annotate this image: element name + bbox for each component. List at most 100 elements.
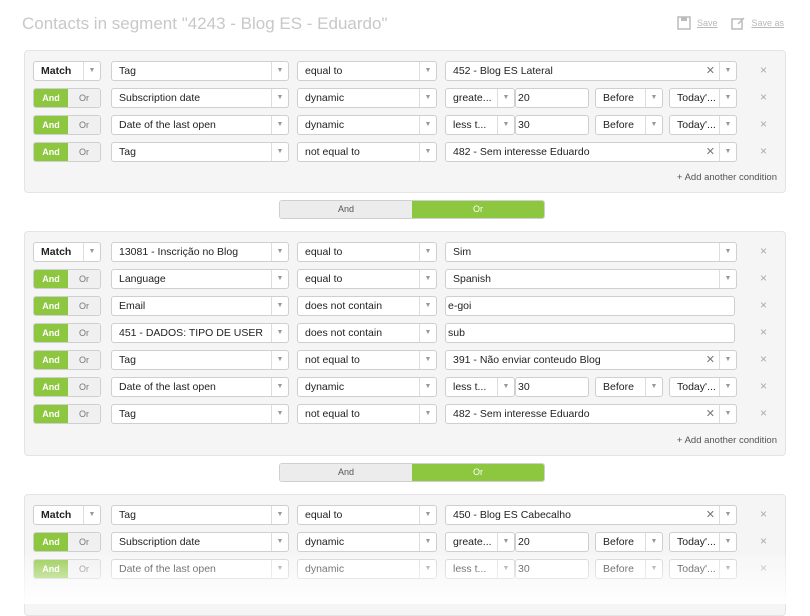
comparison-select[interactable]: less t... ▼ bbox=[445, 377, 515, 397]
save-icon[interactable] bbox=[677, 16, 691, 30]
field-select[interactable]: Subscription date ▼ bbox=[111, 532, 289, 552]
and-toggle[interactable]: And bbox=[34, 297, 68, 315]
and-or-toggle[interactable]: And Or bbox=[33, 115, 101, 135]
value-select[interactable]: 482 - Sem interesse Eduardo ✕ ▼ bbox=[445, 142, 737, 162]
value-input[interactable]: sub bbox=[445, 323, 735, 343]
and-toggle[interactable]: And bbox=[34, 351, 68, 369]
and-or-toggle[interactable]: And Or bbox=[33, 404, 101, 424]
and-toggle[interactable]: And bbox=[34, 324, 68, 342]
or-toggle[interactable]: Or bbox=[68, 378, 100, 396]
operator-select[interactable]: does not contain ▼ bbox=[297, 296, 437, 316]
field-select[interactable]: Tag ▼ bbox=[111, 404, 289, 424]
or-toggle[interactable]: Or bbox=[68, 324, 100, 342]
reference-select[interactable]: Today'... ▼ bbox=[669, 115, 737, 135]
field-select[interactable]: Date of the last open ▼ bbox=[111, 377, 289, 397]
save-link[interactable]: Save bbox=[697, 18, 718, 28]
or-toggle[interactable]: Or bbox=[68, 405, 100, 423]
and-or-toggle[interactable]: And Or bbox=[33, 377, 101, 397]
before-select[interactable]: Before ▼ bbox=[595, 377, 663, 397]
remove-condition-icon[interactable]: × bbox=[760, 271, 767, 285]
and-or-toggle[interactable]: And Or bbox=[33, 559, 101, 579]
remove-condition-icon[interactable]: × bbox=[760, 298, 767, 312]
field-select[interactable]: Tag ▼ bbox=[111, 142, 289, 162]
value-select[interactable]: 452 - Blog ES Lateral ✕ ▼ bbox=[445, 61, 737, 81]
or-toggle[interactable]: Or bbox=[68, 297, 100, 315]
field-select[interactable]: Date of the last open ▼ bbox=[111, 115, 289, 135]
field-select[interactable]: 13081 - Inscrição no Blog ▼ bbox=[111, 242, 289, 262]
value-input[interactable]: e-goi bbox=[445, 296, 735, 316]
before-select[interactable]: Before ▼ bbox=[595, 532, 663, 552]
before-select[interactable]: Before ▼ bbox=[595, 559, 663, 579]
connector-and[interactable]: And bbox=[280, 201, 412, 218]
and-toggle[interactable]: And bbox=[34, 143, 68, 161]
remove-condition-icon[interactable]: × bbox=[760, 63, 767, 77]
add-condition-link[interactable]: + Add another condition bbox=[677, 435, 777, 446]
or-toggle[interactable]: Or bbox=[68, 560, 100, 578]
value-select[interactable]: Sim ▼ bbox=[445, 242, 737, 262]
or-toggle[interactable]: Or bbox=[68, 351, 100, 369]
operator-select[interactable]: not equal to ▼ bbox=[297, 142, 437, 162]
or-toggle[interactable]: Or bbox=[68, 533, 100, 551]
clear-icon[interactable]: ✕ bbox=[706, 351, 715, 369]
and-or-toggle[interactable]: And Or bbox=[33, 269, 101, 289]
field-select[interactable]: Email ▼ bbox=[111, 296, 289, 316]
and-or-toggle[interactable]: And Or bbox=[33, 142, 101, 162]
operator-select[interactable]: equal to ▼ bbox=[297, 505, 437, 525]
reference-select[interactable]: Today'... ▼ bbox=[669, 377, 737, 397]
add-condition-link[interactable]: + Add another condition bbox=[677, 172, 777, 183]
before-select[interactable]: Before ▼ bbox=[595, 88, 663, 108]
field-select[interactable]: 451 - DADOS: TIPO DE USER ▼ bbox=[111, 323, 289, 343]
value-select[interactable]: Spanish ▼ bbox=[445, 269, 737, 289]
remove-condition-icon[interactable]: × bbox=[760, 244, 767, 258]
connector-or[interactable]: Or bbox=[412, 201, 544, 218]
or-toggle[interactable]: Or bbox=[68, 89, 100, 107]
reference-select[interactable]: Today'... ▼ bbox=[669, 559, 737, 579]
and-or-toggle[interactable]: And Or bbox=[33, 88, 101, 108]
number-input[interactable]: 20 bbox=[515, 88, 589, 108]
and-toggle[interactable]: And bbox=[34, 533, 68, 551]
block-connector[interactable]: And Or bbox=[279, 463, 545, 482]
field-select[interactable]: Tag ▼ bbox=[111, 350, 289, 370]
remove-condition-icon[interactable]: × bbox=[760, 379, 767, 393]
and-toggle[interactable]: And bbox=[34, 116, 68, 134]
field-select[interactable]: Tag ▼ bbox=[111, 505, 289, 525]
field-select[interactable]: Date of the last open ▼ bbox=[111, 559, 289, 579]
operator-select[interactable]: not equal to ▼ bbox=[297, 350, 437, 370]
remove-condition-icon[interactable]: × bbox=[760, 406, 767, 420]
or-toggle[interactable]: Or bbox=[68, 116, 100, 134]
reference-select[interactable]: Today'... ▼ bbox=[669, 532, 737, 552]
operator-select[interactable]: does not contain ▼ bbox=[297, 323, 437, 343]
number-input[interactable]: 30 bbox=[515, 559, 589, 579]
match-select[interactable]: Match ▼ bbox=[33, 242, 101, 262]
comparison-select[interactable]: less t... ▼ bbox=[445, 115, 515, 135]
and-toggle[interactable]: And bbox=[34, 89, 68, 107]
value-select[interactable]: 450 - Blog ES Cabecalho ✕ ▼ bbox=[445, 505, 737, 525]
field-select[interactable]: Language ▼ bbox=[111, 269, 289, 289]
and-toggle[interactable]: And bbox=[34, 405, 68, 423]
comparison-select[interactable]: less t... ▼ bbox=[445, 559, 515, 579]
before-select[interactable]: Before ▼ bbox=[595, 115, 663, 135]
save-as-icon[interactable] bbox=[731, 16, 745, 30]
and-toggle[interactable]: And bbox=[34, 560, 68, 578]
clear-icon[interactable]: ✕ bbox=[706, 506, 715, 524]
comparison-select[interactable]: greate... ▼ bbox=[445, 532, 515, 552]
and-or-toggle[interactable]: And Or bbox=[33, 532, 101, 552]
operator-select[interactable]: dynamic ▼ bbox=[297, 532, 437, 552]
clear-icon[interactable]: ✕ bbox=[706, 405, 715, 423]
remove-condition-icon[interactable]: × bbox=[760, 325, 767, 339]
remove-condition-icon[interactable]: × bbox=[760, 90, 767, 104]
clear-icon[interactable]: ✕ bbox=[706, 62, 715, 80]
operator-select[interactable]: equal to ▼ bbox=[297, 242, 437, 262]
remove-condition-icon[interactable]: × bbox=[760, 507, 767, 521]
operator-select[interactable]: dynamic ▼ bbox=[297, 88, 437, 108]
or-toggle[interactable]: Or bbox=[68, 143, 100, 161]
comparison-select[interactable]: greate... ▼ bbox=[445, 88, 515, 108]
operator-select[interactable]: equal to ▼ bbox=[297, 61, 437, 81]
field-select[interactable]: Subscription date ▼ bbox=[111, 88, 289, 108]
value-select[interactable]: 391 - Não enviar conteudo Blog ✕ ▼ bbox=[445, 350, 737, 370]
connector-and[interactable]: And bbox=[280, 464, 412, 481]
or-toggle[interactable]: Or bbox=[68, 270, 100, 288]
field-select[interactable]: Tag ▼ bbox=[111, 61, 289, 81]
and-or-toggle[interactable]: And Or bbox=[33, 323, 101, 343]
clear-icon[interactable]: ✕ bbox=[706, 143, 715, 161]
